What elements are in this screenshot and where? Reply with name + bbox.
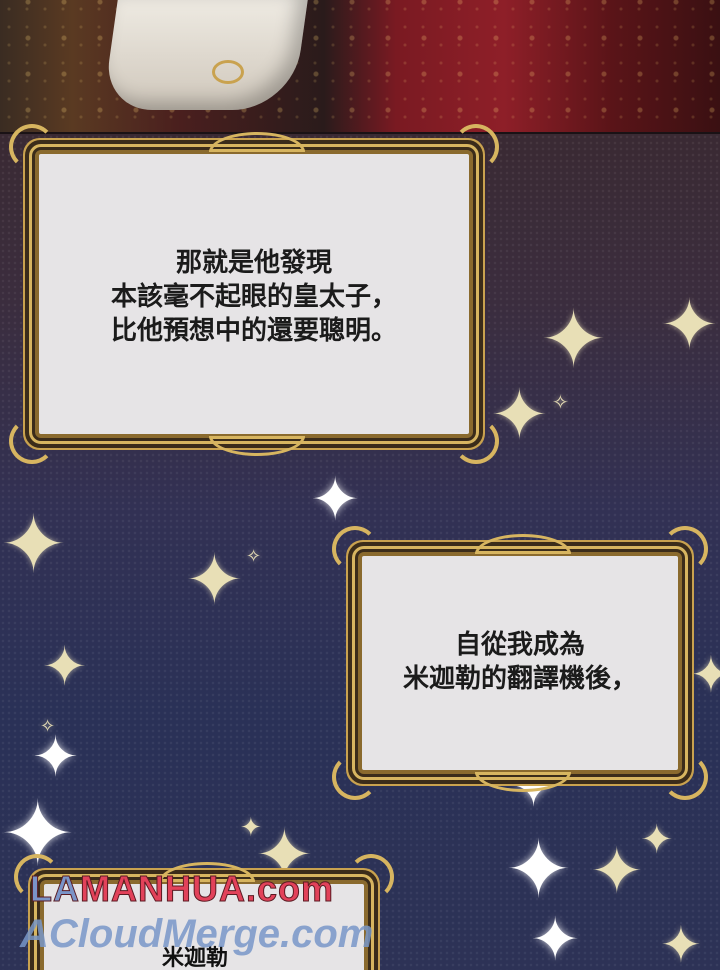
watermark-line-1: LAMANHUA.com	[30, 868, 334, 910]
watermark-prefix: LA	[30, 868, 80, 910]
narration-text: 那就是他發現 本該毫不起眼的皇太子， 比他預想中的還要聰明。	[39, 246, 469, 348]
frame-ornament	[662, 754, 708, 800]
star-icon: ✦	[32, 725, 79, 790]
watermark-line-2: ACloudMerge.com	[20, 912, 374, 956]
star-icon: ✦	[660, 284, 719, 366]
star-icon: ✦	[310, 465, 361, 535]
frame-ornament	[453, 418, 499, 464]
frame-ornament	[332, 754, 378, 800]
frame-ornament	[662, 526, 708, 572]
comic-page: ✦ ✦ ✦ ✦ ✧ ✦ ✦ ✦ ✧ ✦ ✦ ✧ ✦ ✦ ✦ ✦ ✦ ✦ ✦ ✦ …	[0, 0, 720, 970]
frame-ornament	[9, 418, 55, 464]
star-icon: ✦	[505, 823, 573, 916]
star-icon: ✦	[42, 635, 88, 698]
narration-line: 那就是他發現	[175, 248, 332, 278]
narration-text: 自從我成為 米迦勒的翻譯機後，	[362, 628, 678, 696]
narration-line: 米迦勒的翻譯機後，	[402, 664, 637, 694]
star-icon: ✦	[690, 646, 720, 704]
frame-ornament	[453, 124, 499, 170]
star-icon: ✦	[540, 293, 608, 386]
star-icon: ✦	[640, 817, 674, 863]
star-icon: ✦	[590, 835, 644, 909]
narration-line: 比他預想中的還要聰明。	[110, 316, 397, 346]
star-icon: ✧	[40, 716, 56, 737]
star-icon: ✦	[660, 916, 702, 970]
site-watermark: LAMANHUA.com ACloudMerge.com	[0, 860, 480, 970]
star-icon: ✦	[185, 539, 244, 621]
ornate-caption-box-1: 那就是他發現 本該毫不起眼的皇太子， 比他預想中的還要聰明。	[9, 124, 499, 464]
watermark-domain: MANHUA.com	[79, 868, 335, 910]
narration-line: 自從我成為	[454, 630, 585, 660]
gold-ring	[212, 60, 244, 84]
star-icon: ✧	[246, 546, 262, 567]
frame-ornament	[332, 526, 378, 572]
ornate-caption-box-2: 自從我成為 米迦勒的翻譯機後，	[332, 526, 708, 800]
frame-ornament	[9, 124, 55, 170]
star-icon: ✦	[530, 905, 581, 970]
star-icon: ✦	[0, 498, 68, 591]
robe-hands-art-panel	[0, 0, 720, 134]
star-icon: ✧	[552, 390, 569, 414]
narration-line: 本該毫不起眼的皇太子，	[110, 282, 397, 312]
